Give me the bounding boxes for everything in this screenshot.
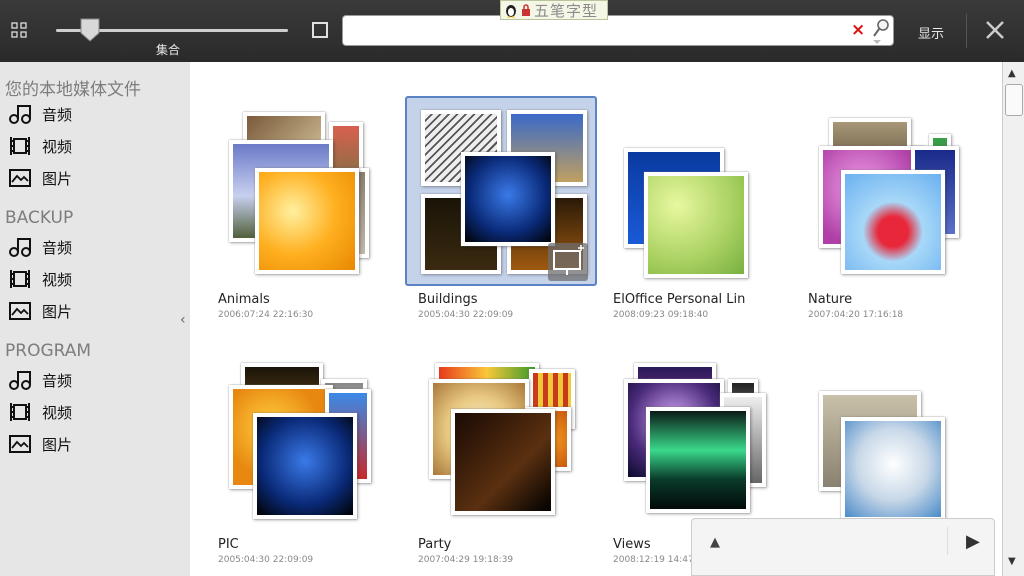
- magnifier-icon[interactable]: [871, 18, 891, 44]
- slider-label: 集合: [156, 43, 181, 57]
- scroll-down-arrow-icon[interactable]: ▼: [1008, 556, 1016, 567]
- lock-icon: [522, 4, 530, 16]
- ime-status-bar[interactable]: 五笔字型: [500, 0, 608, 20]
- sidebar: 您的本地媒体文件 音频 视频 图片 BACKUP 音频 视频 图片 PROGRA…: [0, 62, 190, 576]
- sidebar-item-label: 图片: [42, 435, 73, 454]
- thumbnail-stack: [624, 106, 770, 278]
- collection-tile-pic[interactable]: PIC 2005:04:30 22:09:09: [205, 341, 397, 573]
- page-up-arrow-icon[interactable]: ▲: [710, 535, 720, 550]
- search-box[interactable]: ×: [342, 15, 894, 46]
- sidebar-section-backup: BACKUP: [5, 208, 74, 228]
- slideshow-icon[interactable]: [548, 243, 588, 281]
- collection-name: Views: [613, 537, 651, 552]
- music-note-icon: [9, 105, 31, 124]
- collection-name: Nature: [808, 292, 853, 307]
- collapse-sidebar-arrow[interactable]: ‹: [180, 312, 186, 328]
- pager-divider: [947, 527, 948, 555]
- sidebar-item-local-video[interactable]: 视频: [8, 133, 178, 159]
- thumbnail-stack: [229, 351, 375, 519]
- next-page-arrow-icon[interactable]: ▶: [966, 531, 980, 552]
- sidebar-item-label: 视频: [42, 403, 73, 422]
- collection-date: 2005:04:30 22:09:09: [218, 555, 314, 565]
- thumbnail-stack: [819, 351, 965, 521]
- sidebar-item-label: 音频: [42, 105, 73, 124]
- sidebar-item-program-video[interactable]: 视频: [8, 399, 178, 425]
- sidebar-item-backup-audio[interactable]: 音频: [8, 234, 178, 260]
- thumbnail-stack: [819, 106, 965, 274]
- picture-icon: [9, 435, 31, 453]
- film-icon: [10, 137, 30, 155]
- collection-date: 2008:09:23 09:18:40: [613, 310, 709, 320]
- collection-tile-eloffice[interactable]: ElOffice Personal Lin 2008:09:23 09:18:4…: [600, 96, 792, 328]
- close-icon[interactable]: [985, 20, 1005, 40]
- music-note-icon: [9, 238, 31, 257]
- page-navigator: ▲ ▶: [691, 518, 995, 576]
- collection-name: ElOffice Personal Lin: [613, 292, 746, 307]
- picture-icon: [9, 169, 31, 187]
- sidebar-item-local-audio[interactable]: 音频: [8, 101, 178, 127]
- collection-date: 2006:07:24 22:16:30: [218, 310, 314, 320]
- toolbar-divider: [966, 14, 967, 48]
- collection-date: 2007:04:29 19:18:39: [418, 555, 514, 565]
- thumbnail-stack: [229, 106, 375, 274]
- scroll-up-arrow-icon[interactable]: ▲: [1008, 68, 1016, 79]
- single-view-icon[interactable]: [312, 22, 328, 38]
- ime-mode-label: 五笔字型: [534, 1, 599, 20]
- collection-tile-animals[interactable]: Animals 2006:07:24 22:16:30: [205, 96, 397, 328]
- toolbar: 集合 × 五笔字型 显示: [0, 0, 1024, 62]
- sidebar-section-local: 您的本地媒体文件: [5, 80, 141, 100]
- search-input[interactable]: [351, 21, 841, 41]
- film-icon: [10, 270, 30, 288]
- sidebar-item-label: 视频: [42, 137, 73, 156]
- scroll-thumb[interactable]: [1005, 84, 1023, 116]
- music-note-icon: [9, 371, 31, 390]
- penguin-icon: [506, 5, 516, 18]
- sidebar-item-label: 音频: [42, 371, 73, 390]
- grid-icon[interactable]: [11, 22, 27, 38]
- collection-name: Buildings: [418, 292, 478, 307]
- sidebar-item-backup-video[interactable]: 视频: [8, 266, 178, 292]
- collection-date: 2007:04:20 17:16:18: [808, 310, 904, 320]
- collection-name: Animals: [218, 292, 270, 307]
- sidebar-section-program: PROGRAM: [5, 341, 92, 361]
- vertical-scrollbar[interactable]: ▲ ▼: [1002, 62, 1024, 576]
- sidebar-item-local-pictures[interactable]: 图片: [8, 165, 178, 191]
- picture-icon: [9, 302, 31, 320]
- thumbnail-stack: [429, 351, 575, 519]
- sidebar-item-label: 图片: [42, 169, 73, 188]
- collection-grid: Animals 2006:07:24 22:16:30 Buildings 20…: [190, 62, 1002, 576]
- collection-date: 2005:04:30 22:09:09: [418, 310, 514, 320]
- sidebar-item-label: 图片: [42, 302, 73, 321]
- collection-name: Party: [418, 537, 452, 552]
- clear-icon[interactable]: ×: [851, 20, 865, 40]
- sidebar-item-label: 音频: [42, 238, 73, 257]
- collection-tile-party[interactable]: Party 2007:04:29 19:18:39: [405, 341, 597, 573]
- sidebar-item-backup-pictures[interactable]: 图片: [8, 298, 178, 324]
- collection-name: PIC: [218, 537, 239, 552]
- sidebar-item-program-pictures[interactable]: 图片: [8, 431, 178, 457]
- film-icon: [10, 403, 30, 421]
- collection-tile-nature[interactable]: Nature 2007:04:20 17:16:18: [795, 96, 987, 328]
- sidebar-item-label: 视频: [42, 270, 73, 289]
- display-button[interactable]: 显示: [918, 23, 944, 42]
- collection-tile-buildings[interactable]: Buildings 2005:04:30 22:09:09: [405, 96, 597, 328]
- thumbnail-stack: [624, 351, 770, 519]
- zoom-slider-knob[interactable]: [79, 17, 101, 43]
- sidebar-item-program-audio[interactable]: 音频: [8, 367, 178, 393]
- thumbnail-stack: [419, 108, 587, 276]
